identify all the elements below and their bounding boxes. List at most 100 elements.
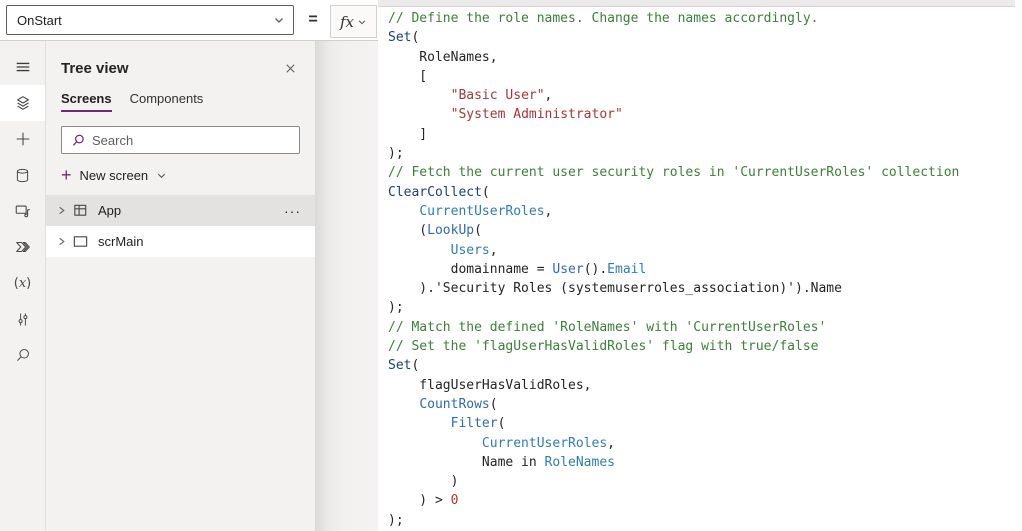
code-segment: domainname = [388,262,552,277]
rail-item-search[interactable] [0,337,45,373]
code-line: Set( [388,356,959,375]
code-line: // Define the role names. Change the nam… [388,9,959,28]
code-segment: Name in [388,455,545,470]
advanced-tools-icon [15,311,31,328]
code-segment [388,107,451,122]
rail-item-tree-view[interactable] [0,85,45,121]
code-segment [388,88,451,103]
tree-view-panel: Tree view Screens Components + New scree… [46,41,315,531]
code-segment: Email [607,262,646,277]
code-segment: ) > [388,493,451,508]
tree-item-label: scrMain [98,234,303,249]
code-line: Name in RoleNames [388,453,959,472]
code-segment [388,204,419,219]
search-input[interactable] [92,133,291,148]
tree-search-box[interactable] [61,126,300,154]
code-segment: (). [584,262,607,277]
code-line: ); [388,298,959,317]
code-segment: , [607,436,615,451]
left-navigation-rail: (x) [0,41,46,531]
tab-screens[interactable]: Screens [61,91,112,112]
code-segment: ( [388,223,427,238]
code-segment: ClearCollect [388,185,482,200]
code-line: ); [388,144,959,163]
code-line: CountRows( [388,395,959,414]
code-segment: RoleNames, [388,50,498,65]
chevron-down-icon [273,14,285,26]
rail-item-hamburger-menu[interactable] [0,49,45,85]
powerapps-studio: OnStart = fx (x) Tree view Screens Compo… [0,0,1022,531]
code-line: Users, [388,241,959,260]
code-segment: // Match the defined 'RoleNames' with 'C… [388,320,826,335]
property-selector-dropdown[interactable]: OnStart [6,5,294,35]
code-segment: ).'Security Roles (systemuserroles_assoc… [388,281,842,296]
fx-icon: fx [340,13,354,31]
code-line: ) [388,472,959,491]
code-segment: Users [451,243,490,258]
screen-icon [72,233,98,250]
code-line: // Fetch the current user security roles… [388,163,959,182]
search-icon [70,133,85,148]
code-line: domainname = User().Email [388,260,959,279]
code-segment: LookUp [427,223,474,238]
new-screen-button[interactable]: + New screen [61,163,300,187]
code-line: "Basic User", [388,86,959,105]
chevron-right-icon[interactable] [56,236,72,247]
data-icon [14,167,31,184]
formula-bar-resize-handle[interactable] [378,0,1015,7]
close-panel-button[interactable] [279,57,301,79]
insert-icon [14,130,32,148]
tree-item-label: App [98,203,282,218]
code-segment: RoleNames [545,455,615,470]
code-segment: ( [411,30,419,45]
code-line: ] [388,125,959,144]
tab-components[interactable]: Components [130,91,204,112]
variables-icon: (x) [14,274,32,292]
rail-item-variables[interactable]: (x) [0,265,45,301]
fx-formula-button[interactable]: fx [330,5,377,38]
code-segment: ( [498,416,506,431]
code-segment: [ [388,69,427,84]
code-line: ) > 0 [388,491,959,510]
formula-code: // Define the role names. Change the nam… [388,9,959,530]
tree-view-header: Tree view [46,41,315,89]
code-segment: // Set the 'flagUserHasValidRoles' flag … [388,339,818,354]
code-line: ClearCollect( [388,183,959,202]
code-segment: ); [388,146,404,161]
rail-item-media[interactable] [0,193,45,229]
hamburger-menu-icon [14,58,32,76]
code-segment: ( [474,223,482,238]
tree-view-icon [14,94,32,112]
code-segment [388,436,482,451]
code-line: ); [388,511,959,530]
rail-item-insert[interactable] [0,121,45,157]
code-segment: CountRows [419,397,489,412]
code-segment: ( [490,397,498,412]
media-icon [14,202,32,220]
code-segment: // Define the role names. Change the nam… [388,11,818,26]
formula-code-editor[interactable]: // Define the role names. Change the nam… [378,0,1022,531]
code-segment: ( [482,185,490,200]
code-segment: CurrentUserRoles [419,204,544,219]
more-options-button[interactable]: ··· [282,203,303,219]
code-segment: CurrentUserRoles [482,436,607,451]
tree-item-App[interactable]: App··· [46,195,315,226]
code-segment: // Fetch the current user security roles… [388,165,959,180]
code-segment: flagUserHasValidRoles, [388,378,592,393]
tree-item-scrMain[interactable]: scrMain [46,226,315,257]
code-segment: "System Administrator" [451,107,623,122]
code-segment: Filter [451,416,498,431]
code-line: [ [388,67,959,86]
rail-item-advanced-tools[interactable] [0,301,45,337]
code-segment: 0 [451,493,459,508]
rail-item-data[interactable] [0,157,45,193]
code-segment [388,416,451,431]
chevron-down-icon [357,17,367,27]
chevron-down-icon [156,170,167,181]
plus-icon: + [61,167,72,183]
chevron-right-icon[interactable] [56,205,72,216]
rail-item-power-automate[interactable] [0,229,45,265]
close-icon [284,62,297,75]
code-segment: ] [388,127,427,142]
code-segment: ( [411,358,419,373]
